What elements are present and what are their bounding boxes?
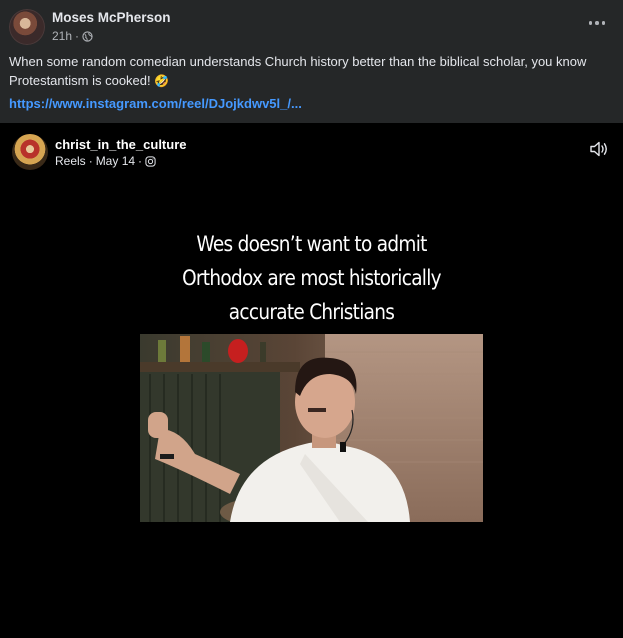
laughing-emoji: 🤣 (154, 74, 170, 88)
post-text: When some random comedian understands Ch… (9, 52, 614, 91)
reel-meta: Reels · May 14 · (55, 154, 156, 168)
reel-card[interactable]: christ_in_the_culture Reels · May 14 · W… (0, 123, 623, 638)
caption-line: Orthodox are most historically (182, 266, 442, 290)
caption-line: Wes doesn’t want to admit (196, 232, 427, 256)
reel-type: Reels (55, 154, 86, 168)
reel-caption: Wes doesn’t want to admit Orthodox are m… (37, 227, 585, 329)
speaker-icon[interactable] (589, 140, 609, 158)
reel-video[interactable] (140, 334, 483, 522)
video-still-image (140, 334, 483, 522)
caption-line: accurate Christians (228, 300, 395, 324)
meta-separator: · (88, 154, 93, 168)
author-name[interactable]: Moses McPherson (52, 10, 171, 25)
reel-account-avatar[interactable] (12, 134, 48, 170)
globe-icon[interactable] (82, 30, 93, 42)
post-link[interactable]: https://www.instagram.com/reel/DJojkdwv5… (9, 96, 302, 111)
reel-account-name[interactable]: christ_in_the_culture (55, 137, 187, 152)
post-body: When some random comedian understands Ch… (9, 54, 587, 88)
meta-separator: · (75, 29, 80, 43)
author-avatar[interactable] (9, 9, 45, 45)
more-options-icon[interactable] (585, 14, 609, 32)
meta-separator: · (138, 154, 143, 168)
instagram-icon (145, 155, 156, 167)
reel-date: May 14 (95, 154, 136, 168)
post-header: Moses McPherson 21h · (0, 0, 623, 52)
post-meta: 21h · (52, 29, 93, 43)
post-time[interactable]: 21h (52, 29, 72, 43)
